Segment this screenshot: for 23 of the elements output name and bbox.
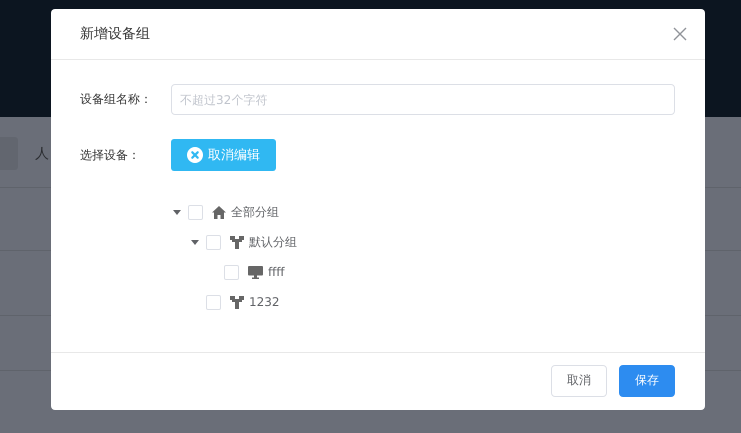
checkbox[interactable] xyxy=(224,264,239,280)
checkbox[interactable] xyxy=(206,294,221,310)
name-input-field[interactable]: 不超过32个字符 xyxy=(171,84,675,115)
network-icon xyxy=(230,296,244,308)
save-button[interactable]: 保存 xyxy=(619,364,675,396)
field-label: 选择设备： xyxy=(80,146,141,164)
close-icon[interactable] xyxy=(673,27,687,41)
field-label: 设备组名称： xyxy=(80,91,153,108)
caret-icon[interactable] xyxy=(173,210,181,214)
tree-node-label[interactable]: 全部分组 xyxy=(231,204,279,220)
tree-node-label[interactable]: 1232 xyxy=(249,295,280,309)
tree-node-label[interactable]: ffff xyxy=(268,265,285,279)
close-circle-icon xyxy=(187,147,203,163)
monitor-icon xyxy=(248,266,263,278)
column-label: 人 xyxy=(35,145,49,163)
caret-icon[interactable] xyxy=(191,240,199,244)
home-icon xyxy=(212,206,226,218)
tree-node-label[interactable]: 默认分组 xyxy=(249,234,297,250)
network-icon xyxy=(230,236,244,248)
checkbox[interactable] xyxy=(206,234,221,250)
cancel-button[interactable]: 取消 xyxy=(551,364,607,396)
checkbox[interactable] xyxy=(188,204,203,220)
dialog-title: 新增设备组 xyxy=(80,25,150,43)
